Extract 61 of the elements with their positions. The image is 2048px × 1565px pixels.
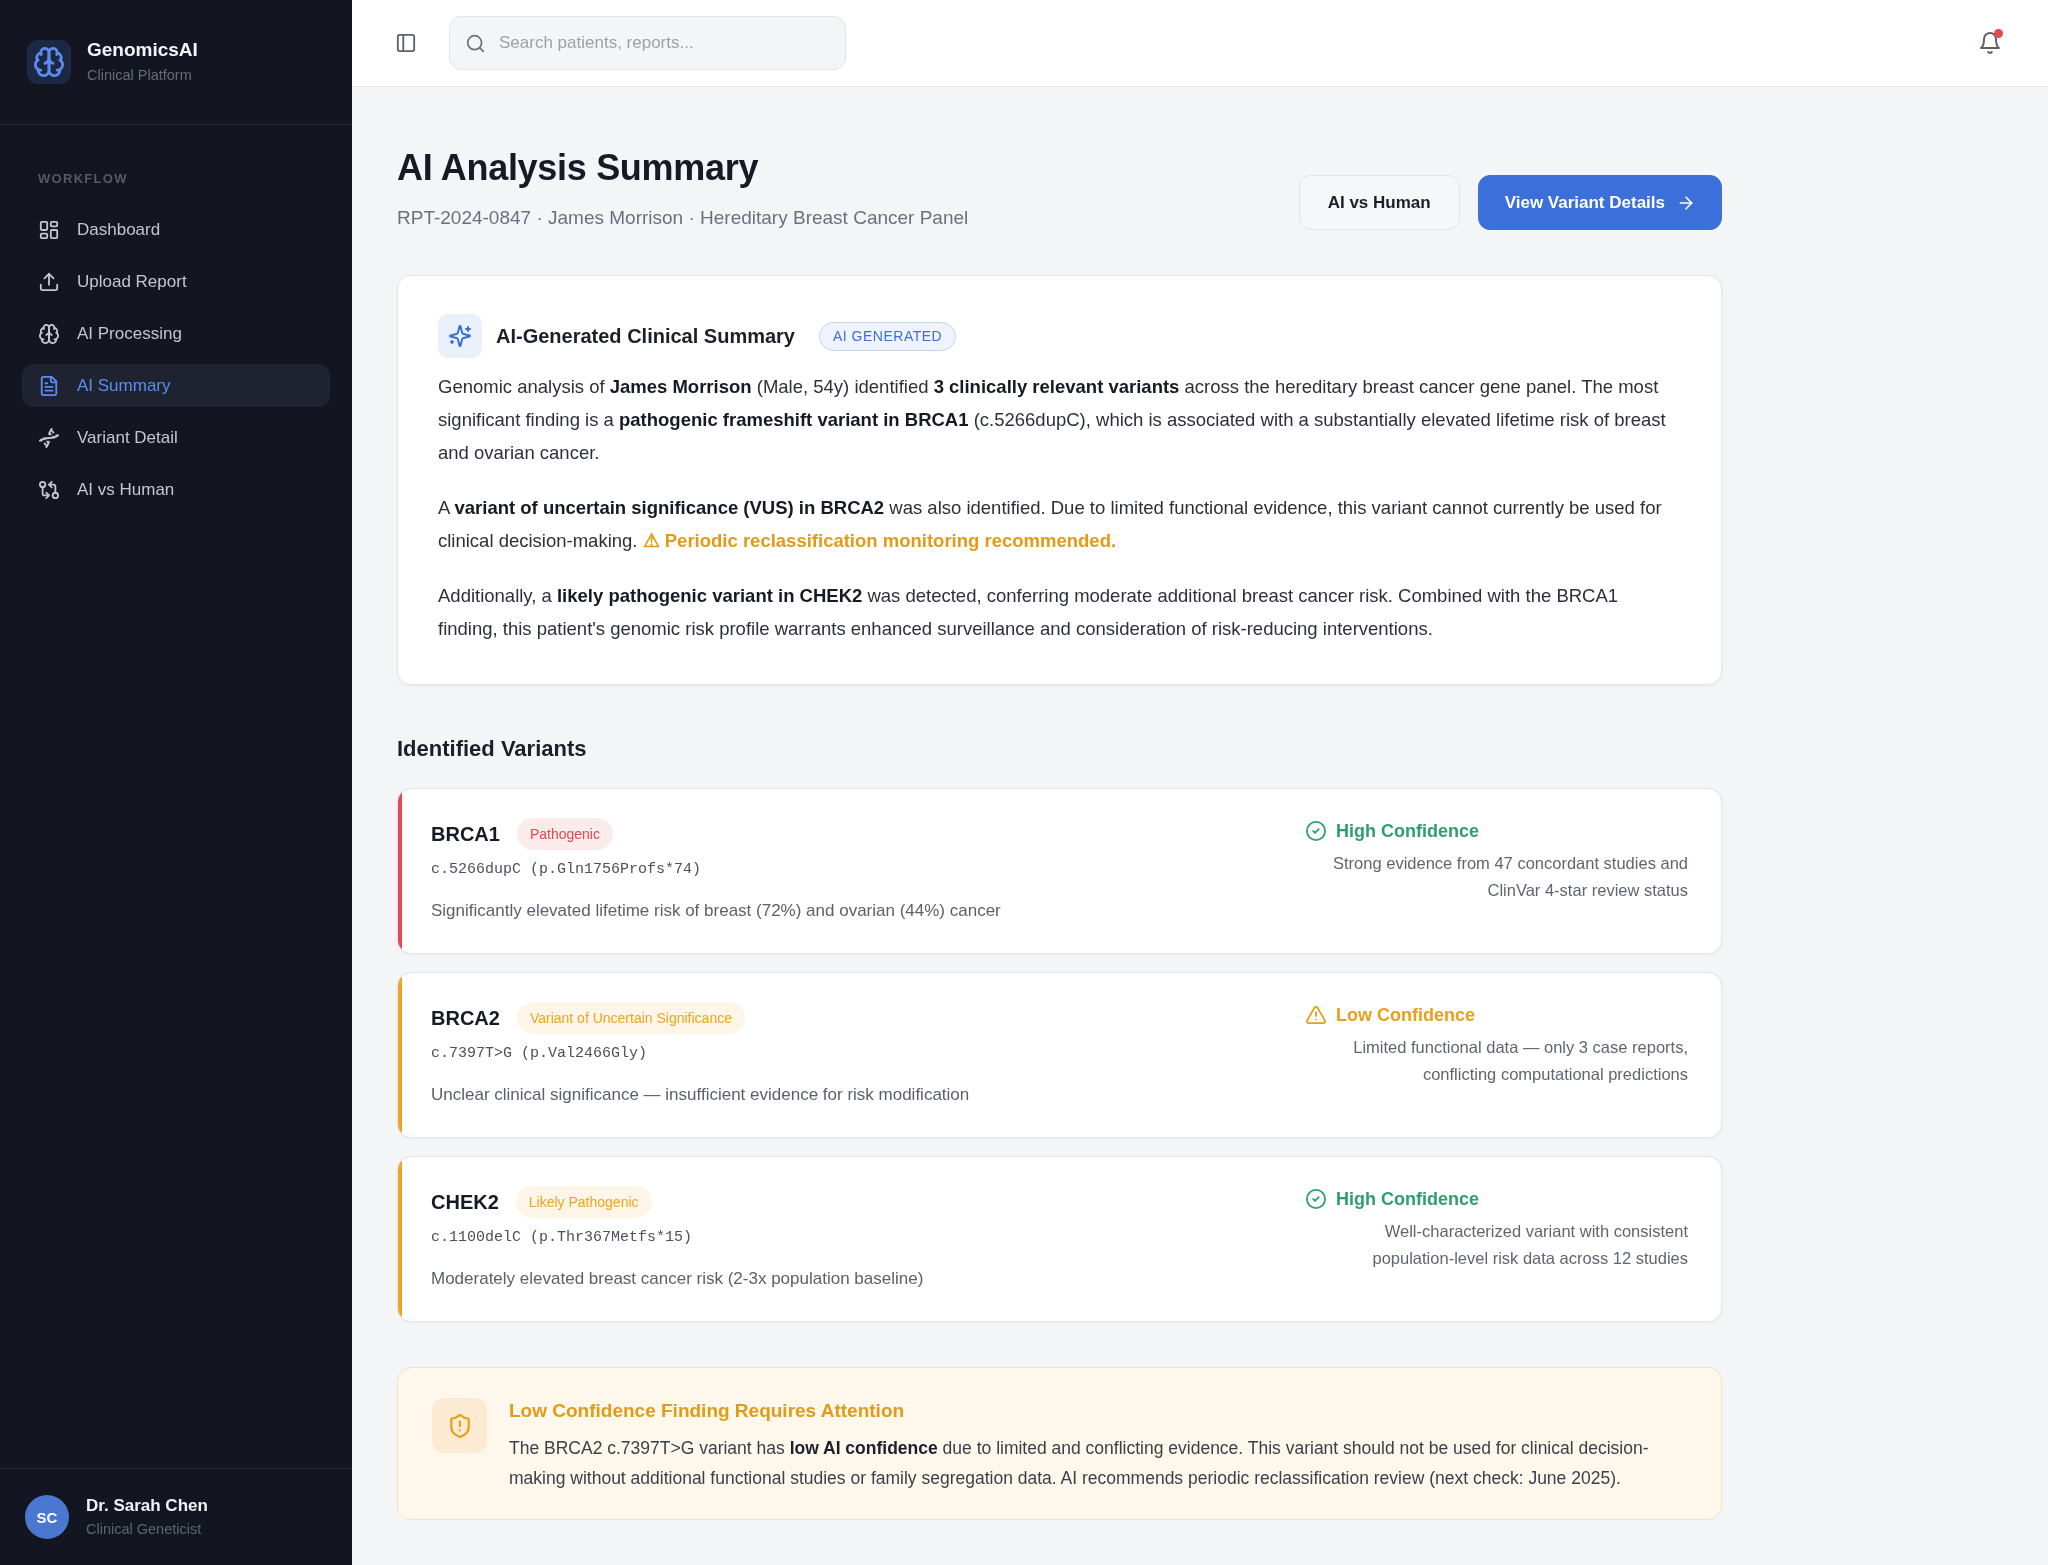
compare-button[interactable]: AI vs Human xyxy=(1298,175,1460,230)
check-circle-icon xyxy=(1306,821,1326,841)
nav-item[interactable]: AI vs Human xyxy=(22,468,330,511)
evidence-text: Strong evidence from 47 concordant studies and ClinVar 4-star review status xyxy=(1332,853,1688,901)
nav-item[interactable]: AI Processing xyxy=(22,312,330,355)
nav-item[interactable]: Variant Detail xyxy=(22,416,330,459)
variant-description: Unclear clinical significance — insufficient evidence for risk modification xyxy=(431,1084,970,1106)
check-circle-icon xyxy=(1306,1189,1326,1209)
page-subtitle: RPT-2024-0847 · James Morrison · Hereditary Breast Cancer Panel xyxy=(397,206,969,230)
gene-name: BRCA1 xyxy=(431,822,500,846)
dna-icon xyxy=(39,427,59,448)
nav-item[interactable]: AI Summary xyxy=(22,364,330,407)
variant-notation: c.1100delC (p.Thr367Metfs*15) xyxy=(431,1228,693,1248)
evidence-text: Well-characterized variant with consistent population-level risk data across 12 studies xyxy=(1371,1221,1688,1269)
page-title: AI Analysis Summary xyxy=(397,146,759,190)
variant-card[interactable] xyxy=(397,972,1722,1138)
confidence-label: High Confidence xyxy=(1336,1188,1479,1211)
brain-logo-icon xyxy=(27,39,71,84)
confidence-label: Low Confidence xyxy=(1336,1004,1475,1027)
classification-badge: Variant of Uncertain Significance xyxy=(516,1002,745,1034)
gene-name: CHEK2 xyxy=(431,1190,499,1214)
ai-generated-badge: AI GENERATED xyxy=(819,321,957,351)
variant-description: Significantly elevated lifetime risk of breast (72%) and ovarian (44%) cancer xyxy=(431,900,1001,922)
bell-icon[interactable] xyxy=(1979,32,2001,54)
dashboard-grid-icon xyxy=(39,219,59,240)
brain-icon xyxy=(39,323,59,344)
shield-alert-icon xyxy=(432,1398,487,1453)
view-details-button[interactable]: View Variant Details xyxy=(1477,175,1722,230)
sparkles-icon xyxy=(438,314,482,358)
search-field[interactable]: Search patients, reports... xyxy=(449,16,846,70)
user-role: Clinical Geneticist xyxy=(86,1520,202,1539)
upload-icon xyxy=(39,271,59,292)
gene-name: BRCA2 xyxy=(431,1006,500,1030)
variant-notation: c.7397T>G (p.Val2466Gly) xyxy=(431,1044,648,1064)
warning-icon xyxy=(1306,1005,1326,1025)
variant-notation: c.5266dupC (p.Gln1756Profs*74) xyxy=(431,860,702,880)
alert-title: Low Confidence Finding Requires Attention xyxy=(509,1399,905,1423)
alert-text: The BRCA2 c.7397T>G variant has low AI confidence due to limited and conflicting evidence. This variant should not be used for clinical decision-making without additional functional studies or family segregation data. AI recommends periodic reclassification review (next check: June 2025). xyxy=(509,1437,1650,1490)
user-name: Dr. Sarah Chen xyxy=(86,1495,208,1517)
user-avatar[interactable]: SC xyxy=(25,1495,69,1539)
document-icon xyxy=(39,375,59,396)
compare-arrows-icon xyxy=(39,479,59,500)
classification-badge: Likely Pathogenic xyxy=(515,1186,652,1218)
section-heading: Identified Variants xyxy=(397,735,588,763)
nav-item[interactable]: Upload Report xyxy=(22,260,330,303)
sidebar-toggle-icon[interactable] xyxy=(396,33,416,53)
summary-title: AI-Generated Clinical Summary xyxy=(496,324,795,348)
variant-description: Moderately elevated breast cancer risk (2-3x population baseline) xyxy=(431,1268,924,1290)
confidence-label: High Confidence xyxy=(1336,820,1479,843)
section-label: WORKFLOW xyxy=(38,171,128,187)
classification-badge: Pathogenic xyxy=(516,818,613,850)
summary-paragraph: Genomic analysis of James Morrison (Male, 54y) identified 3 clinically relevant variants across the hereditary breast cancer gene panel. The most significant finding is a pathogenic frameshift variant in BRCA1 (c.5266dupC), which is associated with a substantially elevated lifetime risk of breast and ovarian cancer. xyxy=(438,375,1667,465)
variant-card[interactable] xyxy=(397,1156,1722,1322)
evidence-text: Limited functional data — only 3 case reports, conflicting computational predictions xyxy=(1352,1037,1688,1085)
summary-paragraph: Additionally, a likely pathogenic variant in CHEK2 was detected, conferring moderate additional breast cancer risk. Combined with the BRCA1 finding, this patient's genomic risk profile warrants enhanced surveillance and consideration of risk-reducing interventions. xyxy=(438,584,1620,641)
summary-paragraph: A variant of uncertain significance (VUS) in BRCA2 was also identified. Due to limited functional evidence, this variant cannot currently be used for clinical decision-making. ⚠ Periodic reclassification monitoring recommended. xyxy=(438,496,1663,553)
nav-item[interactable]: Dashboard xyxy=(22,208,330,251)
brand-name: GenomicsAI xyxy=(87,38,198,62)
variant-card[interactable] xyxy=(397,788,1722,954)
search-icon xyxy=(466,33,485,53)
brand-tagline: Clinical Platform xyxy=(87,66,192,85)
